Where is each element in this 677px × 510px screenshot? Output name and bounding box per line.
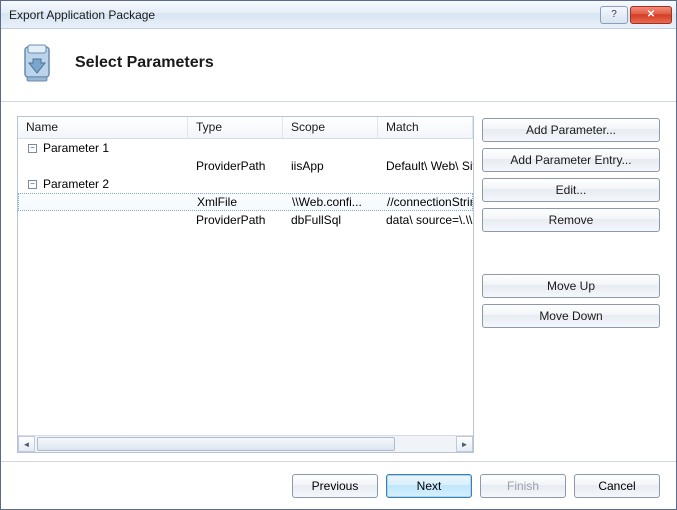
cell-scope: dbFullSql bbox=[283, 213, 378, 227]
move-up-button[interactable]: Move Up bbox=[482, 274, 660, 298]
cell-type: ProviderPath bbox=[188, 159, 283, 173]
close-button[interactable]: ✕ bbox=[630, 6, 672, 24]
spacer bbox=[482, 238, 660, 268]
tree-child-row[interactable]: ProviderPathdbFullSqldata\ source=\.\\SQ bbox=[18, 211, 473, 229]
page-title: Select Parameters bbox=[75, 54, 214, 72]
scroll-track[interactable] bbox=[35, 436, 456, 452]
window-title: Export Application Package bbox=[5, 8, 598, 22]
expand-toggle-icon[interactable]: − bbox=[28, 180, 37, 189]
col-match[interactable]: Match bbox=[378, 117, 473, 138]
tree-child-row[interactable]: XmlFile\\Web.confi...//connectionStrings… bbox=[18, 193, 473, 211]
parameter-tree[interactable]: Name Type Scope Match −Parameter 1Provid… bbox=[17, 116, 474, 453]
cell-name: −Parameter 2 bbox=[18, 177, 188, 191]
title-bar: Export Application Package ? ✕ bbox=[1, 1, 676, 29]
finish-button: Finish bbox=[480, 474, 566, 498]
col-type[interactable]: Type bbox=[188, 117, 283, 138]
cancel-button[interactable]: Cancel bbox=[574, 474, 660, 498]
wizard-body: Name Type Scope Match −Parameter 1Provid… bbox=[1, 102, 676, 461]
cell-match: Default\ Web\ Site/M bbox=[378, 159, 473, 173]
cell-match: data\ source=\.\\SQ bbox=[378, 213, 473, 227]
help-button[interactable]: ? bbox=[600, 6, 628, 24]
scroll-thumb[interactable] bbox=[37, 437, 395, 451]
col-name[interactable]: Name bbox=[18, 117, 188, 138]
help-icon: ? bbox=[611, 9, 617, 20]
previous-button[interactable]: Previous bbox=[292, 474, 378, 498]
table-header: Name Type Scope Match bbox=[18, 117, 473, 139]
cell-type: ProviderPath bbox=[188, 213, 283, 227]
move-down-button[interactable]: Move Down bbox=[482, 304, 660, 328]
package-icon bbox=[19, 43, 59, 83]
button-panel: Add Parameter... Add Parameter Entry... … bbox=[482, 116, 660, 453]
cell-name: −Parameter 1 bbox=[18, 141, 188, 155]
dialog-window: Export Application Package ? ✕ Select Pa… bbox=[0, 0, 677, 510]
add-parameter-entry-button[interactable]: Add Parameter Entry... bbox=[482, 148, 660, 172]
edit-button[interactable]: Edit... bbox=[482, 178, 660, 202]
remove-button[interactable]: Remove bbox=[482, 208, 660, 232]
close-icon: ✕ bbox=[647, 9, 655, 20]
expand-toggle-icon[interactable]: − bbox=[28, 144, 37, 153]
scroll-right-icon[interactable]: ► bbox=[456, 436, 473, 452]
horizontal-scrollbar[interactable]: ◄ ► bbox=[18, 435, 473, 452]
tree-child-row[interactable]: ProviderPathiisAppDefault\ Web\ Site/M bbox=[18, 157, 473, 175]
next-button[interactable]: Next bbox=[386, 474, 472, 498]
cell-type: XmlFile bbox=[189, 195, 284, 209]
cell-scope: \\Web.confi... bbox=[284, 195, 379, 209]
wizard-footer: Previous Next Finish Cancel bbox=[1, 461, 676, 509]
add-parameter-button[interactable]: Add Parameter... bbox=[482, 118, 660, 142]
cell-match: //connectionStrings/ bbox=[379, 195, 472, 209]
col-scope[interactable]: Scope bbox=[283, 117, 378, 138]
group-label: Parameter 1 bbox=[43, 141, 109, 155]
tree-group-row[interactable]: −Parameter 2 bbox=[18, 175, 473, 193]
wizard-header: Select Parameters bbox=[1, 29, 676, 102]
cell-scope: iisApp bbox=[283, 159, 378, 173]
group-label: Parameter 2 bbox=[43, 177, 109, 191]
scroll-left-icon[interactable]: ◄ bbox=[18, 436, 35, 452]
tree-group-row[interactable]: −Parameter 1 bbox=[18, 139, 473, 157]
table-body: −Parameter 1ProviderPathiisAppDefault\ W… bbox=[18, 139, 473, 435]
